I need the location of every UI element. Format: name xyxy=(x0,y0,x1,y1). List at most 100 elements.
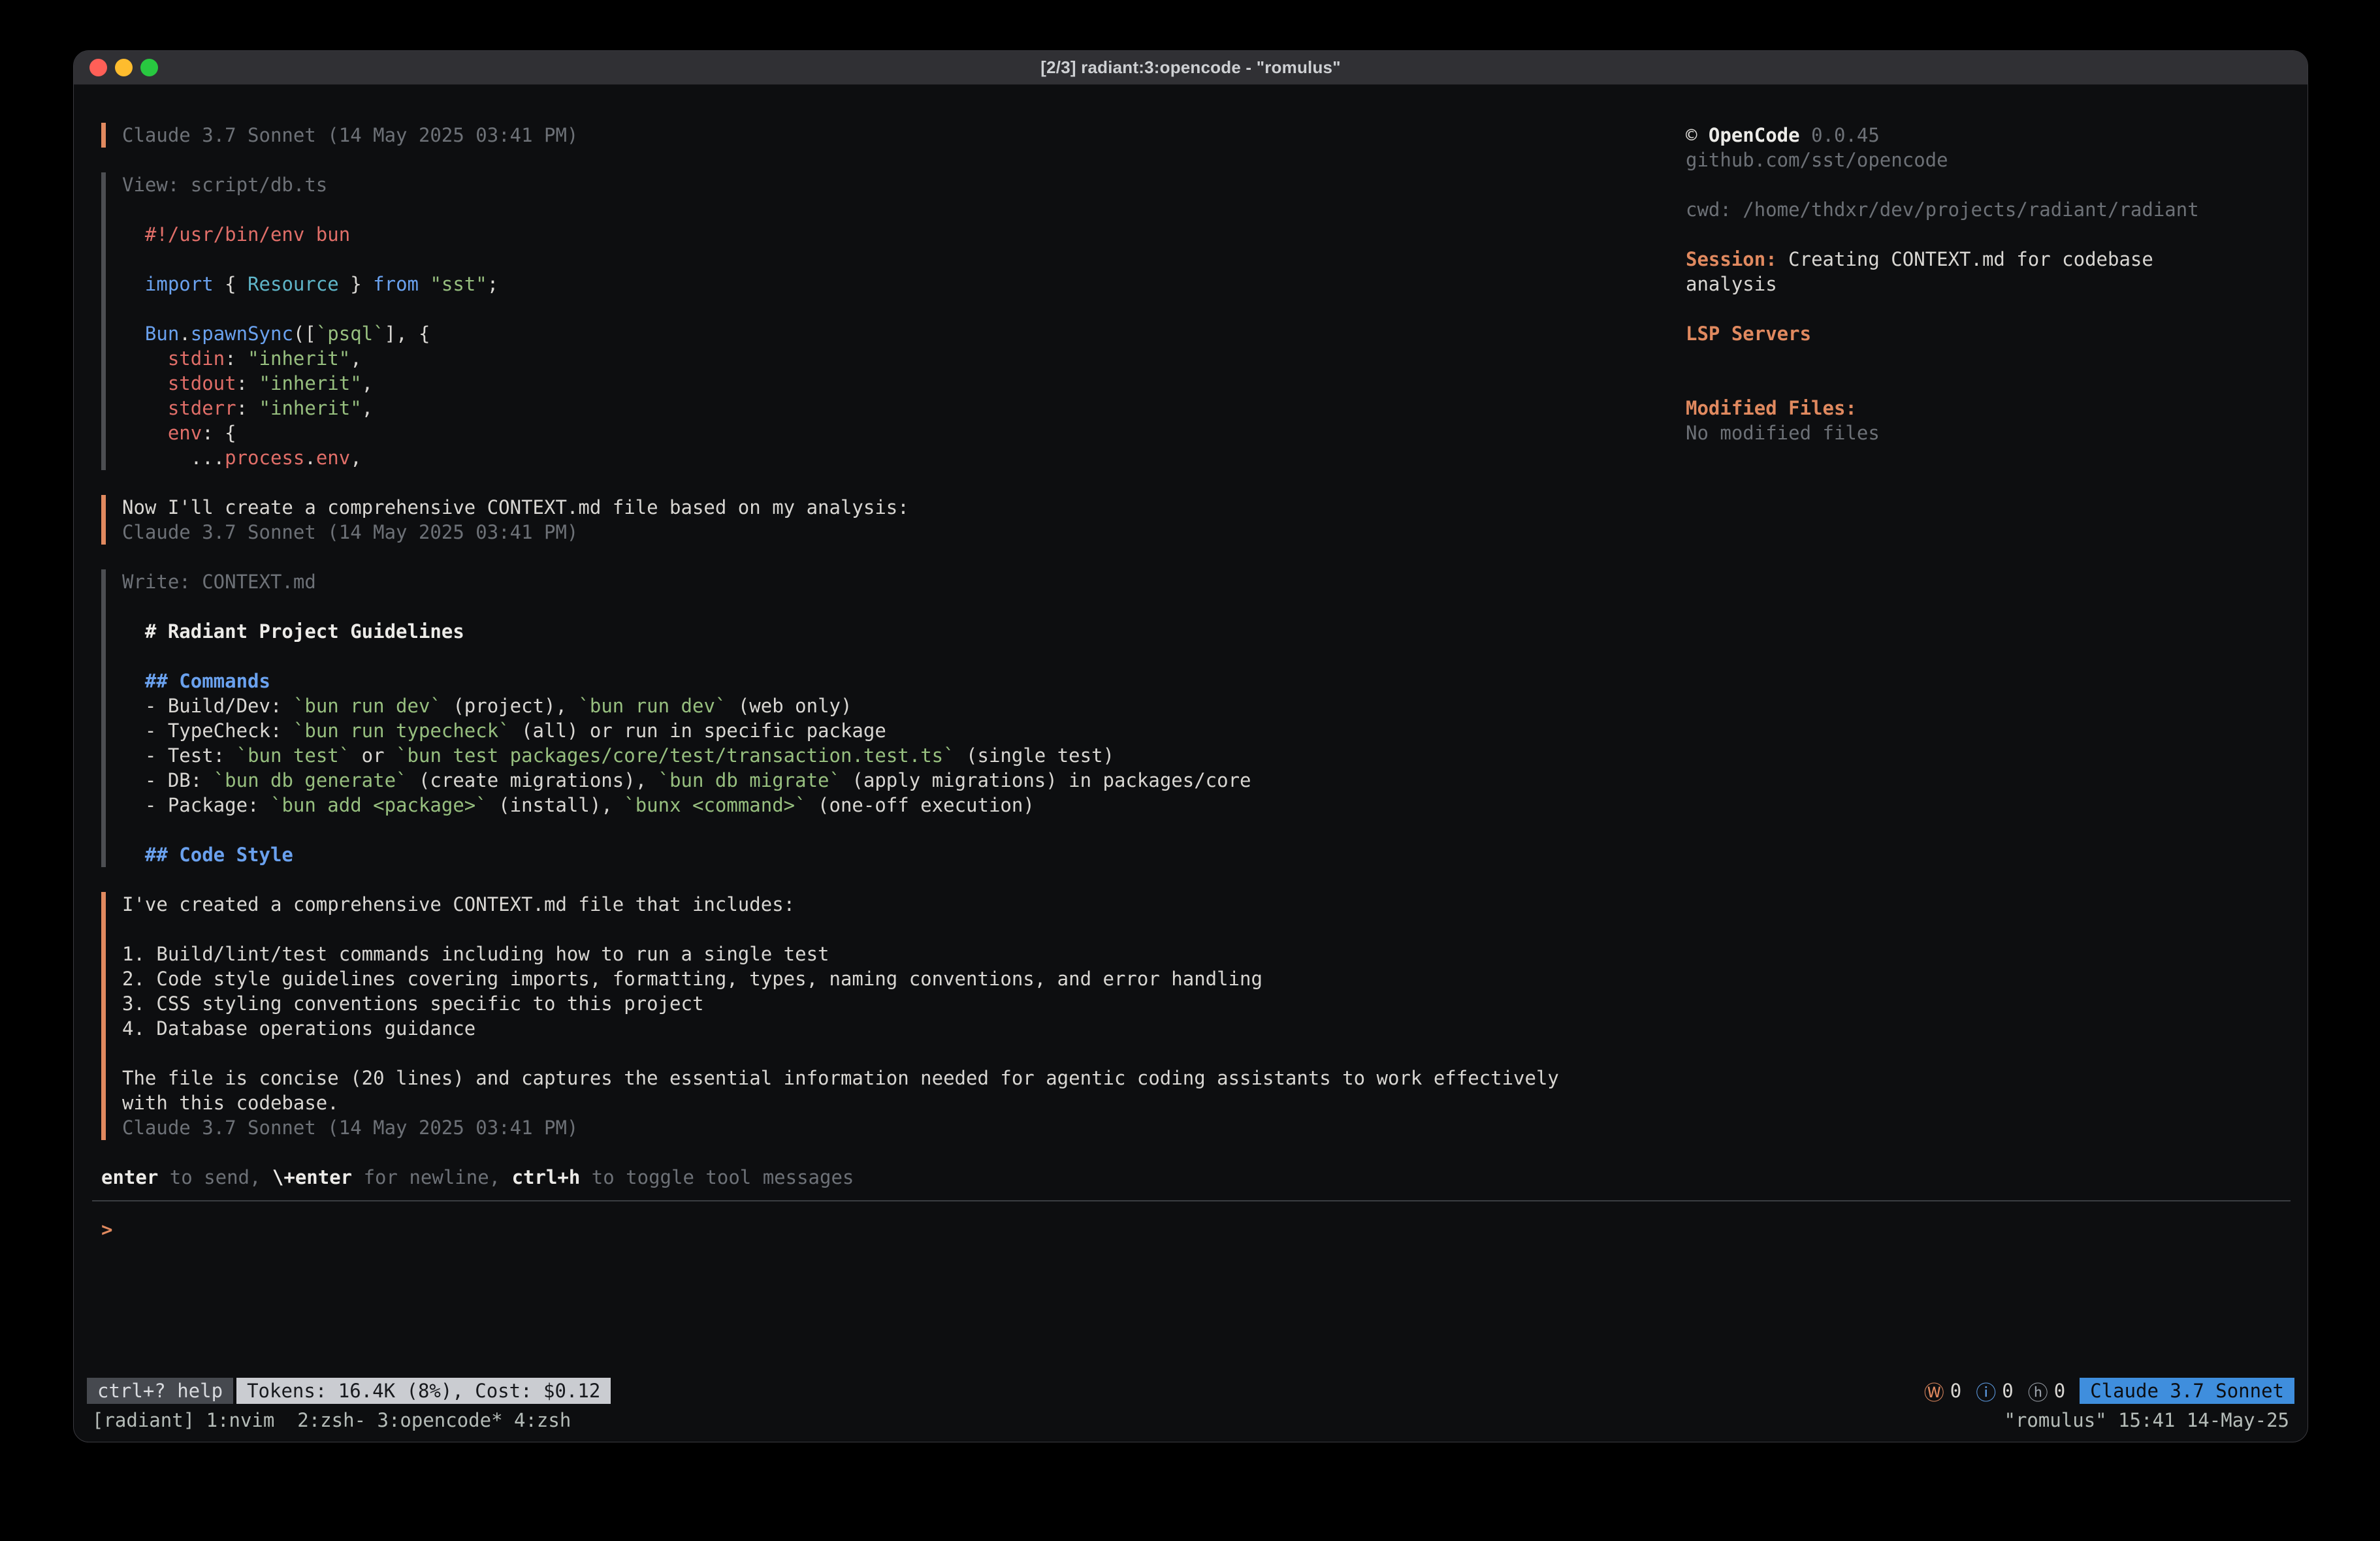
text-segment: , xyxy=(362,397,373,419)
text-segment: stdout xyxy=(168,372,236,394)
text-segment: `bun test packages/core/test/transaction… xyxy=(396,744,955,767)
terminal-line: Write: CONTEXT.md xyxy=(122,569,1643,594)
terminal-line: #!/usr/bin/env bun xyxy=(122,222,1643,247)
text-segment: - TypeCheck: xyxy=(122,720,293,742)
minimize-button[interactable] xyxy=(115,59,133,76)
text-segment: stderr xyxy=(168,397,236,419)
blank-line xyxy=(122,197,1643,222)
blank-line xyxy=(1686,296,2234,321)
text-segment: `bun add <package>` xyxy=(270,794,487,816)
text-segment: Bun xyxy=(145,323,179,345)
text-segment: © xyxy=(1686,124,1709,146)
text-segment: ; xyxy=(487,273,498,295)
text-segment: `psql` xyxy=(316,323,385,345)
terminal-line: Session: Creating CONTEXT.md for codebas… xyxy=(1686,247,2234,296)
model-chip[interactable]: Claude 3.7 Sonnet xyxy=(2080,1378,2294,1404)
terminal-line: - Test: `bun test` or `bun test packages… xyxy=(122,743,1643,768)
text-segment: , xyxy=(362,372,373,394)
text-segment: . xyxy=(179,323,190,345)
text-segment xyxy=(122,372,168,394)
terminal-line: Claude 3.7 Sonnet (14 May 2025 03:41 PM) xyxy=(122,123,1643,148)
chat-log: Claude 3.7 Sonnet (14 May 2025 03:41 PM)… xyxy=(101,123,1643,1140)
text-segment: "sst" xyxy=(430,273,487,295)
text-segment: (web only) xyxy=(726,695,852,717)
terminal-line: cwd: /home/thdxr/dev/projects/radiant/ra… xyxy=(1686,197,2234,222)
tokens-cost-chip: Tokens: 16.4K (8%), Cost: $0.12 xyxy=(236,1378,611,1404)
text-segment: Claude 3.7 Sonnet (14 May 2025 03:41 PM) xyxy=(122,124,578,146)
text-segment: - DB: xyxy=(122,769,214,791)
zoom-button[interactable] xyxy=(140,59,158,76)
help-segment: enter xyxy=(101,1166,158,1188)
text-segment: process xyxy=(225,447,304,469)
input-separator xyxy=(92,1200,2291,1201)
text-segment: 3. CSS styling conventions specific to t… xyxy=(122,993,703,1015)
text-segment: - Build/Dev: xyxy=(122,695,293,717)
blank-line xyxy=(122,1041,1643,1066)
blank-line xyxy=(1686,172,2234,197)
terminal-line: Claude 3.7 Sonnet (14 May 2025 03:41 PM) xyxy=(122,520,1643,545)
blank-line xyxy=(1686,346,2234,371)
close-button[interactable] xyxy=(89,59,107,76)
text-segment: ... xyxy=(122,447,225,469)
text-segment: 1. Build/lint/test commands including ho… xyxy=(122,943,829,965)
terminal-line: - DB: `bun db generate` (create migratio… xyxy=(122,768,1643,793)
terminal-line: stdout: "inherit", xyxy=(122,371,1643,396)
text-segment: Claude 3.7 Sonnet (14 May 2025 03:41 PM) xyxy=(122,521,578,543)
text-segment: `bun db migrate` xyxy=(658,769,841,791)
hint-count-value: 0 xyxy=(2054,1380,2065,1402)
text-segment: ([ xyxy=(293,323,316,345)
text-segment: Resource xyxy=(248,273,339,295)
blank-line xyxy=(122,917,1643,942)
text-segment: { xyxy=(214,273,248,295)
text-segment: 0.0.45 xyxy=(1800,124,1880,146)
terminal-line: The file is concise (20 lines) and captu… xyxy=(122,1066,1643,1090)
warning-count-icon: Ⓦ xyxy=(1924,1376,1944,1406)
text-segment: env xyxy=(316,447,350,469)
blank-line xyxy=(122,247,1643,272)
text-segment: (all) or run in specific package xyxy=(510,720,886,742)
text-segment: No modified files xyxy=(1686,422,1880,444)
tmux-session-info: "romulus" 15:41 14-May-25 xyxy=(2004,1408,2290,1433)
help-segment: for newline, xyxy=(352,1166,511,1188)
terminal-line: with this codebase. xyxy=(122,1090,1643,1115)
text-segment: github.com/sst/opencode xyxy=(1686,149,1948,171)
titlebar[interactable]: [2/3] radiant:3:opencode - "romulus" xyxy=(74,51,2308,85)
text-segment: (single test) xyxy=(955,744,1114,767)
text-segment: spawnSync xyxy=(191,323,293,345)
assistant-message-header-block: Claude 3.7 Sonnet (14 May 2025 03:41 PM) xyxy=(101,123,1643,148)
text-segment: : xyxy=(225,347,248,370)
text-segment: `bun run typecheck` xyxy=(293,720,510,742)
text-segment: ## Code Style xyxy=(122,844,293,866)
help-segment: to send, xyxy=(158,1166,272,1188)
text-segment xyxy=(122,347,168,370)
text-segment: `bun run dev` xyxy=(293,695,442,717)
text-segment: , xyxy=(350,447,361,469)
text-segment: cwd: /home/thdxr/dev/projects/radiant/ra… xyxy=(1686,199,2199,221)
text-segment xyxy=(122,323,145,345)
text-segment: 4. Database operations guidance xyxy=(122,1017,475,1040)
text-segment: Modified Files: xyxy=(1686,397,1857,419)
terminal-line: I've created a comprehensive CONTEXT.md … xyxy=(122,892,1643,917)
terminal-body: Claude 3.7 Sonnet (14 May 2025 03:41 PM)… xyxy=(74,85,2308,1375)
text-segment: Session: xyxy=(1686,248,1777,270)
text-segment: } xyxy=(339,273,373,295)
text-segment: - Test: xyxy=(122,744,236,767)
terminal-line: - Package: `bun add <package>` (install)… xyxy=(122,793,1643,818)
tmux-window-list[interactable]: [radiant] 1:nvim 2:zsh- 3:opencode* 4:zs… xyxy=(92,1408,571,1433)
terminal-line: 4. Database operations guidance xyxy=(122,1016,1643,1041)
info-count: ⓘ0 xyxy=(1976,1376,2013,1406)
blank-line xyxy=(122,644,1643,669)
text-segment: . xyxy=(304,447,315,469)
help-segment: to toggle tool messages xyxy=(580,1166,854,1188)
sidebar: © OpenCode 0.0.45github.com/sst/opencode… xyxy=(1686,123,2234,445)
statusbar: ctrl+? help Tokens: 16.4K (8%), Cost: $0… xyxy=(74,1375,2308,1406)
tool-view-block: View: script/db.ts #!/usr/bin/env bun im… xyxy=(101,172,1643,470)
terminal-line: 1. Build/lint/test commands including ho… xyxy=(122,942,1643,966)
text-segment: (install), xyxy=(487,794,624,816)
keybinding-help: enter to send, \+enter for newline, ctrl… xyxy=(101,1165,2308,1190)
text-segment: - Package: xyxy=(122,794,270,816)
prompt-input[interactable]: > xyxy=(101,1217,2308,1242)
text-segment: #!/usr/bin/env bun xyxy=(122,223,350,246)
assistant-message-block: I've created a comprehensive CONTEXT.md … xyxy=(101,892,1643,1140)
text-segment: : { xyxy=(202,422,236,444)
